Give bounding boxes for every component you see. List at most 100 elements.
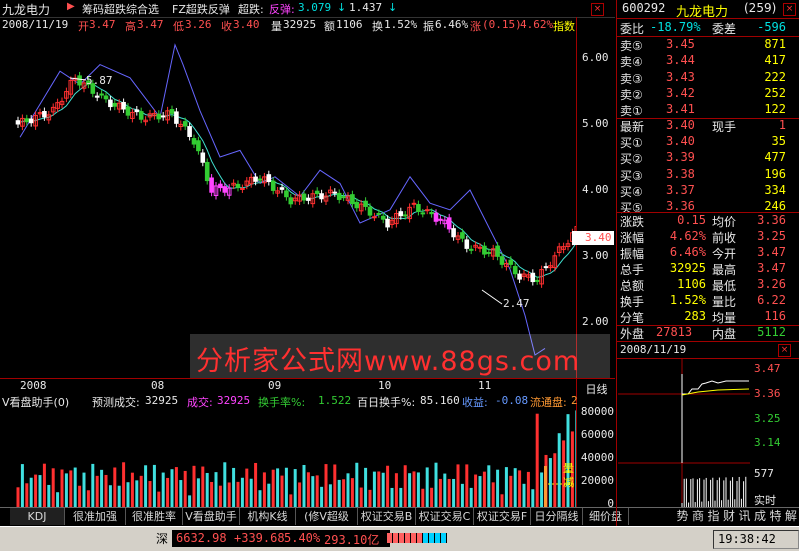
volume-bar xyxy=(443,473,447,508)
intraday-chart[interactable] xyxy=(618,359,750,507)
candle-body xyxy=(15,120,21,125)
candle-body xyxy=(182,121,188,127)
candle-body xyxy=(464,239,470,249)
volume-bar xyxy=(399,487,403,508)
candle-body xyxy=(42,110,47,118)
tab-3[interactable]: V看盘助手 xyxy=(183,508,240,525)
volume-bar xyxy=(69,470,73,508)
volume-bar xyxy=(403,465,407,508)
volume-bar xyxy=(408,473,412,508)
volume-bar xyxy=(531,489,535,508)
info-line: 2008/11/19 开 3.47 高 3.47 低 3.26 收 3.40 量 3292… xyxy=(2,18,575,32)
volume-bar xyxy=(381,472,385,508)
volume-bar xyxy=(122,462,126,508)
volume-bar xyxy=(522,483,526,508)
candle-body xyxy=(486,251,492,254)
tab-1[interactable]: 很准加强 xyxy=(65,508,126,525)
candle-body xyxy=(222,186,228,193)
volume-bar xyxy=(416,472,420,508)
volume-bar xyxy=(157,491,161,508)
period-label[interactable]: 日线 xyxy=(577,381,616,396)
volume-indicator-header: V看盘助手(0) 预测成交: 32925 成交: 32925 换手率%: 1.5… xyxy=(2,394,578,408)
candle-body xyxy=(284,190,289,198)
tab-2[interactable]: 很准胜率 xyxy=(126,508,183,525)
formula1-name[interactable]: FZ超跌反弹 xyxy=(172,1,230,17)
low-annotation: 2.47 xyxy=(503,297,530,310)
volume-bar xyxy=(152,464,156,508)
right-tab-5[interactable]: 成 xyxy=(752,508,768,525)
price-axis: 6.00 5.00 4.00 3.00 2.00 xyxy=(578,32,616,378)
tab-7[interactable]: 权证交易C xyxy=(416,508,474,525)
tab-9[interactable]: 日分隔线 xyxy=(531,508,583,525)
sells-row-3: 卖② 3.42 252 xyxy=(620,85,786,102)
volume-bar xyxy=(469,487,473,508)
candle-body xyxy=(24,118,30,123)
right-tab-4[interactable]: 讯 xyxy=(737,508,752,525)
tab-5[interactable]: (修V超级MACD) xyxy=(296,508,358,540)
right-tab-2[interactable]: 指 xyxy=(706,508,721,525)
tab-10[interactable]: 细价盘 xyxy=(583,508,629,525)
volume-bar xyxy=(460,483,464,508)
volume-bar xyxy=(575,410,576,508)
candle-body xyxy=(446,217,452,230)
stat-row-2: 振幅 6.46% 今开 3.47 xyxy=(620,245,786,261)
tab-6[interactable]: 权证交易B xyxy=(358,508,416,525)
candle-body xyxy=(438,218,443,221)
volume-bar xyxy=(284,467,288,508)
volume-bar xyxy=(482,471,486,508)
close-chart-icon[interactable]: × xyxy=(591,3,604,16)
volume-bar xyxy=(82,472,86,508)
tab-0[interactable]: KDJ xyxy=(10,508,65,525)
volume-bar xyxy=(434,462,438,508)
candle-body xyxy=(138,111,144,120)
volume-bar xyxy=(355,462,359,508)
candle-body xyxy=(187,126,192,137)
volume-bar xyxy=(280,475,284,508)
volume-bar xyxy=(478,476,482,508)
volume-bar xyxy=(218,485,222,508)
volume-bar xyxy=(324,464,328,508)
clock: 19:38:42 xyxy=(718,532,776,546)
volume-bar xyxy=(447,478,451,508)
tab-4[interactable]: 机构K线 xyxy=(240,508,296,525)
candle-body xyxy=(209,177,214,193)
candle-body xyxy=(376,212,382,215)
volume-bar xyxy=(232,467,236,508)
candle-body xyxy=(99,93,104,96)
volume-bar xyxy=(328,484,332,508)
volume-bar xyxy=(315,475,319,508)
intraday-axis-tick: 3.25 xyxy=(754,412,781,425)
candle-body xyxy=(332,191,338,194)
volume-bar xyxy=(500,494,504,508)
right-tab-6[interactable]: 特 xyxy=(768,508,783,525)
volume-bar xyxy=(236,481,240,508)
volume-bar xyxy=(372,471,376,508)
sells-row-0: 卖⑤ 3.45 871 xyxy=(620,37,786,53)
tab-8[interactable]: 权证交易F xyxy=(474,508,531,525)
candle-body xyxy=(191,138,197,145)
candle-body xyxy=(341,196,346,199)
volume-bar xyxy=(430,487,434,508)
volume-bar xyxy=(342,479,346,508)
volume-bar xyxy=(548,458,552,508)
candle-body xyxy=(103,95,109,100)
volume-bar xyxy=(64,473,68,508)
volume-bar xyxy=(474,474,478,508)
volume-chart[interactable] xyxy=(0,408,576,508)
right-tab-0[interactable]: 势 xyxy=(675,508,690,525)
indicator-name[interactable]: 筹码超跌综合选 xyxy=(82,1,159,17)
close-mini-icon[interactable]: × xyxy=(778,344,791,357)
time-axis: 2008 08 09 10 11 xyxy=(0,379,576,393)
right-tab-7[interactable]: 解 xyxy=(783,508,799,525)
volume-bar xyxy=(161,472,165,508)
right-tab-3[interactable]: 财 xyxy=(721,508,737,525)
play-triangle-icon[interactable]: ▶ xyxy=(67,1,75,12)
volume-bar xyxy=(196,478,200,508)
right-tab-1[interactable]: 商 xyxy=(690,508,706,525)
volume-bar xyxy=(249,478,253,508)
price-axis-tick: 2.00 xyxy=(582,315,609,328)
buys-row-0: 买① 3.40 35 xyxy=(620,134,786,150)
volume-bar xyxy=(425,467,429,508)
close-quote-icon[interactable]: × xyxy=(783,3,796,16)
candle-body xyxy=(336,192,342,200)
